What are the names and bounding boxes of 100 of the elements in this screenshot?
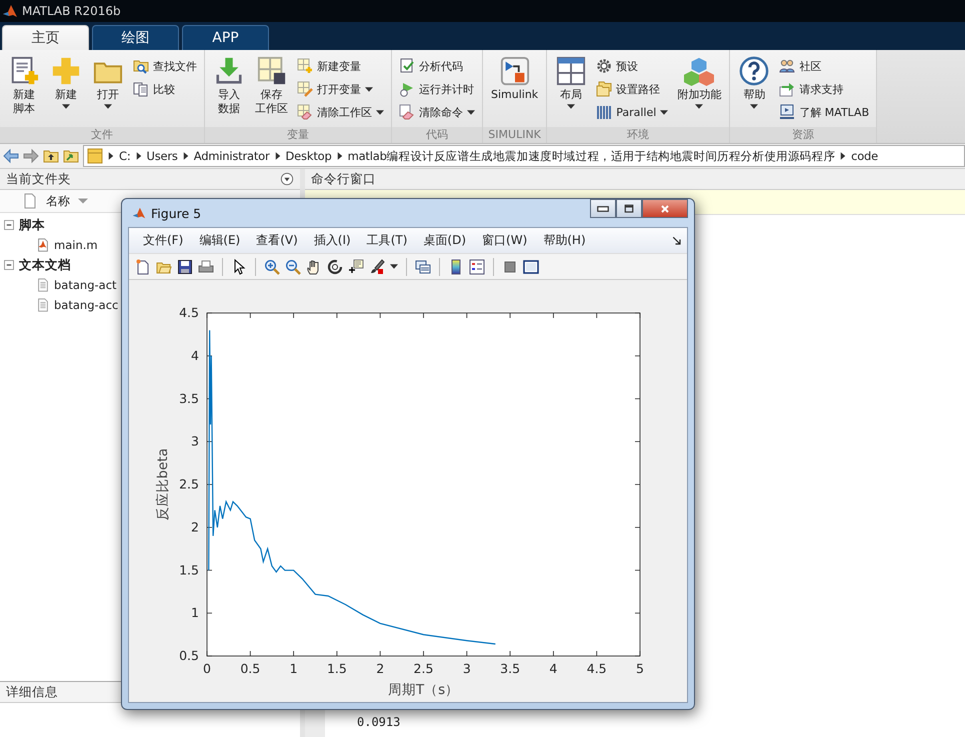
ribbon-button[interactable]: Simulink (487, 54, 542, 127)
menu-item[interactable]: 帮助(H) (535, 232, 594, 249)
legend-icon[interactable] (469, 258, 485, 274)
tick-label: 4 (549, 661, 558, 676)
tick-label: 1.5 (326, 661, 347, 676)
arrow-down-right-icon[interactable] (671, 234, 683, 246)
path-segment[interactable]: Desktop (286, 149, 332, 163)
tick-label: 2.5 (414, 661, 434, 676)
tree-group[interactable]: 脚本 (19, 216, 45, 234)
file-item[interactable]: main.m (54, 238, 98, 252)
sort-arrow-icon (78, 198, 88, 204)
people-icon (779, 58, 796, 74)
tick-label: 1 (290, 661, 298, 676)
back-arrow-icon[interactable] (3, 148, 19, 164)
ribbon-button[interactable]: 查找文件 (130, 56, 200, 76)
ribbon-button[interactable]: 打开变量 (294, 79, 387, 99)
monitor-icon (779, 104, 796, 120)
folder-stack-icon (596, 81, 612, 97)
ribbon-button[interactable]: 打开 (88, 54, 128, 127)
ribbon-button[interactable]: 设置路径 (593, 79, 672, 99)
menu-item[interactable]: 文件(F) (135, 232, 192, 249)
group-label: SIMULINK (483, 127, 546, 143)
ribbon-tab[interactable]: APP (182, 25, 269, 50)
menu-item[interactable]: 插入(I) (306, 232, 359, 249)
ribbon-button[interactable]: 分析代码 (396, 56, 478, 76)
dropdown-circle-icon[interactable] (280, 172, 294, 186)
ribbon-button[interactable]: 请求支持 (776, 79, 872, 99)
file-item[interactable]: batang-act (54, 278, 117, 292)
tick-label: 3.5 (500, 661, 520, 676)
folder-icon (87, 148, 103, 164)
ribbon-button[interactable]: 清除命令 (396, 102, 478, 122)
menu-item[interactable]: 窗口(W) (474, 232, 536, 249)
column-header[interactable]: 名称 (46, 192, 70, 210)
square-minus-icon[interactable] (3, 219, 15, 231)
y-axis-label: 反应比beta (155, 448, 171, 521)
command-output: 0.0913 (357, 715, 402, 729)
tick-label: 2 (191, 519, 199, 534)
menu-item[interactable]: 查看(V) (248, 232, 306, 249)
x-axis-label: 周期T（s） (388, 682, 460, 698)
arrow-envelope-icon (779, 81, 796, 97)
ribbon-button[interactable]: 新建 脚本 (4, 54, 44, 127)
path-field[interactable]: C: Users Administrator Desktop matlab编程设计反应谱生成地震加速度时域过程，适用于结构地震时间历程分析使用源码程序 code (83, 145, 965, 167)
zoom-out-icon[interactable] (285, 258, 301, 274)
ribbon-button[interactable]: 布局 (551, 54, 592, 127)
printer-icon[interactable] (198, 258, 214, 274)
tick-label: 5 (636, 661, 644, 676)
close-button[interactable] (642, 199, 688, 218)
data-cursor-icon[interactable] (348, 258, 364, 274)
ribbon-tab[interactable]: 绘图 (92, 25, 179, 50)
ribbon-button[interactable]: 预设 (593, 56, 672, 76)
ribbon-button[interactable]: 保存 工作区 (251, 54, 292, 127)
ribbon-button[interactable]: 新建 (46, 54, 86, 127)
group-label: 资源 (730, 127, 876, 143)
panel-title: 详细信息 (6, 684, 58, 700)
linked-plot-icon[interactable] (415, 258, 431, 274)
ribbon-button[interactable]: 导入 数据 (209, 54, 249, 127)
ribbon-button[interactable]: 社区 (776, 56, 872, 76)
plot-frame-icon[interactable] (523, 258, 539, 274)
download-arrow-icon (214, 56, 244, 86)
maximize-button[interactable] (616, 199, 642, 218)
tree-group[interactable]: 文本文档 (19, 256, 71, 274)
gear-icon (596, 58, 612, 74)
document-check-icon (399, 58, 415, 74)
ribbon-button[interactable]: 比较 (130, 79, 200, 99)
path-segment[interactable]: matlab编程设计反应谱生成地震加速度时域过程，适用于结构地震时间历程分析使用源码程序 (348, 148, 836, 164)
brush-icon[interactable] (369, 258, 385, 274)
group-label: 文件 (0, 127, 204, 143)
folder-arrow-icon[interactable] (63, 148, 79, 164)
square-icon[interactable] (502, 258, 518, 274)
plus-icon (51, 56, 81, 86)
path-segment[interactable]: code (851, 149, 878, 163)
menu-item[interactable]: 编辑(E) (191, 232, 248, 249)
tick-label: 4.5 (586, 661, 607, 676)
ribbon-button[interactable]: 新建变量 (294, 56, 387, 76)
ribbon-button[interactable]: 附加功能 (673, 54, 726, 127)
square-minus-icon[interactable] (3, 259, 15, 271)
tick-label: 3 (462, 661, 471, 676)
ribbon-tab[interactable]: 主页 (2, 25, 89, 50)
path-segment[interactable]: C: (119, 149, 131, 163)
panel-title: 当前文件夹 (6, 170, 71, 188)
tick-label: 4.5 (179, 305, 199, 320)
zoom-in-icon[interactable] (264, 258, 280, 274)
ribbon-button[interactable]: 帮助 (734, 54, 774, 127)
tick-label: 2 (376, 661, 384, 676)
minimize-button[interactable] (590, 199, 616, 218)
rotate-icon[interactable] (327, 258, 343, 274)
group-label: 变量 (205, 127, 391, 143)
menu-item[interactable]: 工具(T) (358, 232, 416, 249)
file-item[interactable]: batang-acc (54, 298, 118, 312)
ribbon-button[interactable]: 了解 MATLAB (776, 102, 872, 122)
path-segment[interactable]: Users (146, 149, 178, 163)
app-logo-icon (132, 206, 146, 220)
menu-item[interactable]: 桌面(D) (415, 232, 474, 249)
folder-up-icon[interactable] (43, 148, 59, 164)
ribbon-button[interactable]: Parallel (593, 102, 672, 122)
new-document-icon[interactable] (135, 258, 151, 274)
path-segment[interactable]: Administrator (194, 149, 270, 163)
tick-label: 0.5 (179, 648, 199, 663)
ribbon-button[interactable]: 清除工作区 (294, 102, 387, 122)
ribbon-button[interactable]: 运行并计时 (396, 79, 478, 99)
